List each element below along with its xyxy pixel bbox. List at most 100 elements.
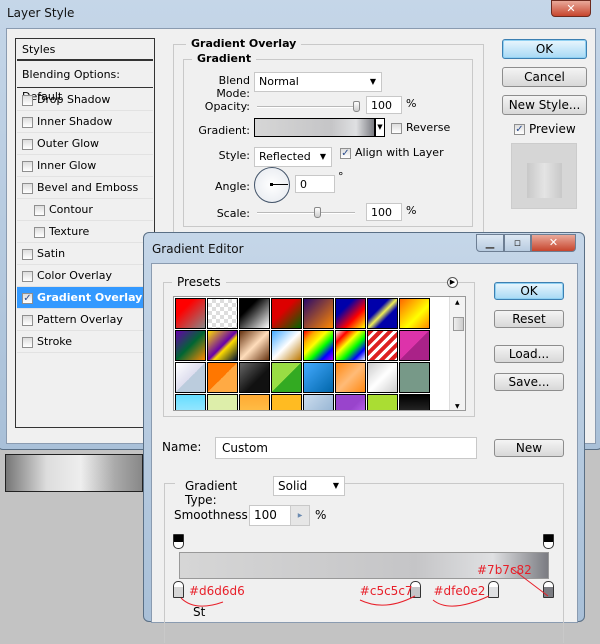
preset-swatch[interactable] <box>207 298 238 329</box>
preset-swatch[interactable] <box>239 362 270 393</box>
checkbox-icon[interactable] <box>22 116 33 128</box>
checkbox-icon[interactable] <box>22 160 33 172</box>
style-item-pattern-overlay[interactable]: Pattern Overlay <box>17 309 153 331</box>
preset-swatch[interactable] <box>303 362 334 393</box>
reverse-check-icon[interactable] <box>391 122 402 134</box>
preset-swatch[interactable] <box>399 298 430 329</box>
blend-mode-select[interactable]: Normal ▼ <box>254 72 382 92</box>
checkbox-icon[interactable] <box>22 94 33 106</box>
new-button[interactable]: New <box>494 439 564 457</box>
preset-swatch[interactable] <box>367 394 398 410</box>
preset-swatch[interactable] <box>399 362 430 393</box>
preset-swatch[interactable] <box>239 330 270 361</box>
style-select[interactable]: Reflected ▼ <box>254 147 332 167</box>
preset-swatch[interactable] <box>207 362 238 393</box>
style-item-gradient-overlay[interactable]: ✓ Gradient Overlay <box>17 287 153 309</box>
align-with-layer-checkbox[interactable]: ✓ Align with Layer <box>340 146 444 159</box>
scroll-up-icon[interactable]: ▲ <box>455 299 460 306</box>
style-item-color-overlay[interactable]: Color Overlay <box>17 265 153 287</box>
scale-slider[interactable] <box>257 207 355 218</box>
preview-checkbox[interactable]: ✓ Preview <box>514 122 576 136</box>
align-check-icon[interactable]: ✓ <box>340 147 351 159</box>
angle-dial[interactable] <box>254 167 290 203</box>
preset-swatch[interactable] <box>207 394 238 410</box>
checkbox-icon[interactable] <box>22 270 33 282</box>
style-item-outer-glow[interactable]: Outer Glow <box>17 133 153 155</box>
preset-swatch[interactable] <box>239 394 270 410</box>
checkbox-icon[interactable] <box>22 182 33 194</box>
preset-swatch[interactable] <box>367 330 398 361</box>
close-button[interactable]: ✕ <box>531 234 576 252</box>
preset-swatch[interactable] <box>335 394 366 410</box>
preset-swatch[interactable] <box>303 394 334 410</box>
checkbox-icon[interactable] <box>22 314 33 326</box>
preview-swatch <box>511 143 577 209</box>
preset-swatch[interactable] <box>399 330 430 361</box>
preview-check-icon[interactable]: ✓ <box>514 124 525 135</box>
name-input[interactable]: Custom <box>215 437 477 459</box>
new-style-button[interactable]: New Style... <box>502 95 587 115</box>
scroll-down-icon[interactable]: ▼ <box>455 403 460 410</box>
gradient-type-section: Gradient Type: Solid ▼ Smoothness: 100 ▶ %… <box>164 476 564 643</box>
checkbox-icon[interactable]: ✓ <box>22 292 33 304</box>
presets-scrollbar[interactable]: ▲ ▼ <box>449 297 465 410</box>
scroll-thumb[interactable] <box>453 317 464 331</box>
minimize-button[interactable]: ▁ <box>476 234 504 252</box>
preset-swatch[interactable] <box>367 298 398 329</box>
load-button[interactable]: Load... <box>494 345 564 363</box>
opacity-slider-thumb[interactable] <box>353 101 360 112</box>
styles-header[interactable]: Styles <box>17 39 153 61</box>
cancel-button[interactable]: Cancel <box>502 67 587 87</box>
preset-swatch[interactable] <box>335 298 366 329</box>
preset-swatch[interactable] <box>175 330 206 361</box>
preset-swatch[interactable] <box>399 394 430 410</box>
save-button[interactable]: Save... <box>494 373 564 391</box>
editor-ok-button[interactable]: OK <box>494 282 564 300</box>
style-item-contour[interactable]: Contour <box>17 199 153 221</box>
scale-slider-thumb[interactable] <box>314 207 321 218</box>
opacity-slider[interactable] <box>257 101 360 112</box>
preset-swatch[interactable] <box>303 298 334 329</box>
close-button[interactable]: ✕ <box>551 0 591 17</box>
preset-swatch[interactable] <box>239 298 270 329</box>
maximize-button[interactable]: ▫ <box>504 234 531 252</box>
style-item-label: Color Overlay <box>37 269 112 282</box>
style-item-texture[interactable]: Texture <box>17 221 153 243</box>
preset-swatch[interactable] <box>367 362 398 393</box>
preset-swatch[interactable] <box>335 362 366 393</box>
preset-swatch[interactable] <box>175 298 206 329</box>
gradient-dropdown-arrow-icon[interactable]: ▼ <box>375 118 385 137</box>
blending-options[interactable]: Blending Options: Default <box>17 64 153 103</box>
annotation-arrows <box>180 567 549 607</box>
style-item-bevel-and-emboss[interactable]: Bevel and Emboss <box>17 177 153 199</box>
angle-input[interactable]: 0 <box>295 175 335 193</box>
style-item-label: Stroke <box>37 335 73 348</box>
presets-menu-icon[interactable]: ▶ <box>447 277 458 288</box>
preset-swatch[interactable] <box>207 330 238 361</box>
checkbox-icon[interactable] <box>34 226 45 238</box>
style-item-stroke[interactable]: Stroke <box>17 331 153 353</box>
style-item-inner-shadow[interactable]: Inner Shadow <box>17 111 153 133</box>
preset-swatch[interactable] <box>271 394 302 410</box>
scale-input[interactable]: 100 <box>366 203 402 221</box>
opacity-input[interactable]: 100 <box>366 96 402 114</box>
checkbox-icon[interactable] <box>22 248 33 260</box>
preset-swatch[interactable] <box>271 298 302 329</box>
style-item-satin[interactable]: Satin <box>17 243 153 265</box>
gradient-picker[interactable] <box>254 118 375 137</box>
checkbox-icon[interactable] <box>22 336 33 348</box>
preset-swatch[interactable] <box>335 330 366 361</box>
style-item-drop-shadow[interactable]: Drop Shadow <box>17 89 153 111</box>
preset-swatch[interactable] <box>271 330 302 361</box>
checkbox-icon[interactable] <box>22 138 33 150</box>
preset-swatch[interactable] <box>303 330 334 361</box>
checkbox-icon[interactable] <box>34 204 45 216</box>
preset-swatch[interactable] <box>271 362 302 393</box>
preset-swatch[interactable] <box>175 362 206 393</box>
canvas-shape <box>5 454 143 492</box>
preset-swatch[interactable] <box>175 394 206 410</box>
reset-button[interactable]: Reset <box>494 310 564 328</box>
style-item-inner-glow[interactable]: Inner Glow <box>17 155 153 177</box>
reverse-checkbox[interactable]: Reverse <box>391 121 450 134</box>
ok-button[interactable]: OK <box>502 39 587 59</box>
